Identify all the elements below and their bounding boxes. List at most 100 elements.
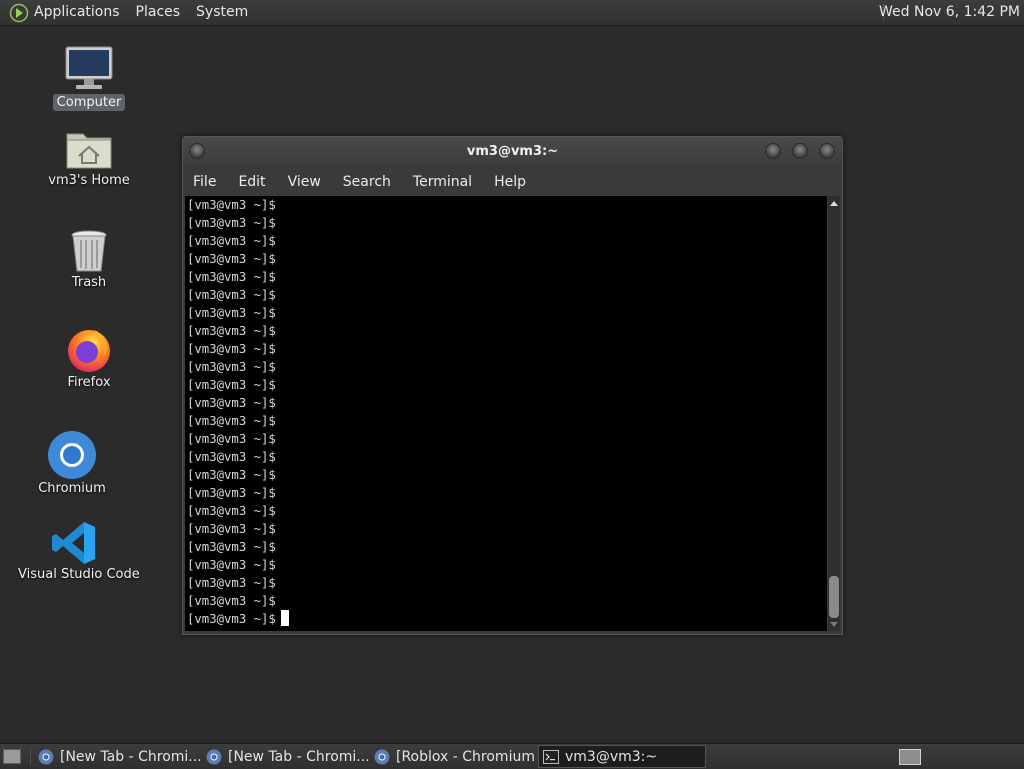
scroll-up-arrow-icon[interactable]: [830, 201, 838, 206]
workspace-switcher[interactable]: [899, 749, 921, 765]
taskbar-item-label: [New Tab - Chromi...: [60, 748, 200, 765]
desktop-icon-vscode[interactable]: Visual Studio Code: [14, 520, 140, 583]
prompt-text: [vm3@vm3 ~]$: [187, 522, 276, 536]
prompt-text: [vm3@vm3 ~]$: [187, 414, 276, 428]
menu-view[interactable]: View: [277, 174, 332, 190]
taskbar-item-label: vm3@vm3:~: [565, 748, 658, 765]
prompt-text: [vm3@vm3 ~]$: [187, 378, 276, 392]
clock[interactable]: Wed Nov 6, 1:42 PM: [879, 0, 1020, 25]
home-folder-icon: [66, 133, 112, 169]
minimize-button[interactable]: [765, 143, 781, 159]
computer-icon: [65, 46, 113, 89]
prompt-text: [vm3@vm3 ~]$: [187, 252, 276, 266]
terminal-prompt-line: [vm3@vm3 ~]$: [185, 520, 827, 538]
terminal-prompt-line: [vm3@vm3 ~]$: [185, 484, 827, 502]
terminal-prompt-line: [vm3@vm3 ~]$: [185, 448, 827, 466]
top-panel: Applications Places System Wed Nov 6, 1:…: [0, 0, 1024, 26]
terminal-prompt-line: [vm3@vm3 ~]$: [185, 376, 827, 394]
firefox-icon: [68, 330, 110, 372]
scroll-down-arrow-icon[interactable]: [830, 622, 838, 627]
terminal-prompt-line: [vm3@vm3 ~]$: [185, 322, 827, 340]
menu-file[interactable]: File: [183, 174, 227, 190]
bottom-panel: [New Tab - Chromi... [New Tab - Chromi..…: [0, 743, 1024, 769]
menu-places[interactable]: Places: [128, 0, 189, 25]
menu-terminal[interactable]: Terminal: [402, 174, 483, 190]
terminal-prompt-line: [vm3@vm3 ~]$: [185, 196, 827, 214]
terminal-prompt-line: [vm3@vm3 ~]$: [185, 412, 827, 430]
terminal-icon: [543, 749, 559, 764]
desktop-icon-home[interactable]: vm3's Home: [40, 128, 138, 189]
prompt-text: [vm3@vm3 ~]$: [187, 198, 276, 212]
prompt-text: [vm3@vm3 ~]$: [187, 306, 276, 320]
terminal-prompt-line: [vm3@vm3 ~]$: [185, 214, 827, 232]
desktop-label: Computer: [52, 94, 126, 111]
terminal-prompt-line: [vm3@vm3 ~]$: [185, 610, 827, 628]
terminal-prompt-line: [vm3@vm3 ~]$: [185, 538, 827, 556]
terminal-cursor: [280, 610, 289, 626]
terminal-prompt-line: [vm3@vm3 ~]$: [185, 394, 827, 412]
terminal-prompt-line: [vm3@vm3 ~]$: [185, 556, 827, 574]
terminal-prompt-line: [vm3@vm3 ~]$: [185, 268, 827, 286]
terminal-prompt-line: [vm3@vm3 ~]$: [185, 466, 827, 484]
prompt-text: [vm3@vm3 ~]$: [187, 612, 276, 626]
taskbar-item-new-tab-2[interactable]: [New Tab - Chromi...: [202, 745, 368, 768]
terminal-output[interactable]: [vm3@vm3 ~]$ [vm3@vm3 ~]$ [vm3@vm3 ~]$ [vm3…: [185, 196, 827, 631]
mate-logo-icon[interactable]: [9, 3, 29, 23]
terminal-window[interactable]: vm3@vm3:~ File Edit View Search Terminal…: [182, 136, 843, 635]
taskbar-item-terminal[interactable]: vm3@vm3:~: [538, 745, 706, 768]
menu-help[interactable]: Help: [483, 174, 537, 190]
prompt-text: [vm3@vm3 ~]$: [187, 270, 276, 284]
desktop-icon-chromium[interactable]: Chromium: [33, 430, 111, 497]
prompt-text: [vm3@vm3 ~]$: [187, 432, 276, 446]
desktop-icon-firefox[interactable]: Firefox: [50, 326, 128, 391]
menu-search[interactable]: Search: [332, 174, 402, 190]
prompt-text: [vm3@vm3 ~]$: [187, 342, 276, 356]
maximize-button[interactable]: [792, 143, 808, 159]
prompt-text: [vm3@vm3 ~]$: [187, 504, 276, 518]
terminal-menubar: File Edit View Search Terminal Help: [183, 170, 842, 194]
window-title: vm3@vm3:~: [466, 144, 559, 159]
menu-system[interactable]: System: [188, 0, 256, 25]
desktop-label: Visual Studio Code: [18, 567, 140, 582]
terminal-prompt-line: [vm3@vm3 ~]$: [185, 502, 827, 520]
terminal-prompt-line: [vm3@vm3 ~]$: [185, 340, 827, 358]
prompt-text: [vm3@vm3 ~]$: [187, 594, 276, 608]
prompt-text: [vm3@vm3 ~]$: [187, 468, 276, 482]
prompt-text: [vm3@vm3 ~]$: [187, 396, 276, 410]
taskbar-item-new-tab-1[interactable]: [New Tab - Chromi...: [34, 745, 200, 768]
terminal-prompt-line: [vm3@vm3 ~]$: [185, 358, 827, 376]
taskbar-item-roblox[interactable]: [Roblox - Chromium]: [370, 745, 536, 768]
terminal-prompt-line: [vm3@vm3 ~]$: [185, 430, 827, 448]
chromium-icon: [206, 749, 222, 764]
show-desktop-icon[interactable]: [3, 749, 21, 764]
desktop-icon-trash[interactable]: Trash: [50, 228, 128, 291]
close-button[interactable]: [819, 143, 835, 159]
terminal-prompt-line: [vm3@vm3 ~]$: [185, 286, 827, 304]
trash-icon: [71, 230, 107, 272]
desktop-label: Trash: [71, 275, 107, 290]
desktop-label: Chromium: [38, 481, 106, 496]
window-titlebar[interactable]: vm3@vm3:~: [183, 137, 842, 167]
menu-edit[interactable]: Edit: [227, 174, 276, 190]
prompt-text: [vm3@vm3 ~]$: [187, 324, 276, 338]
prompt-text: [vm3@vm3 ~]$: [187, 216, 276, 230]
terminal-prompt-line: [vm3@vm3 ~]$: [185, 232, 827, 250]
desktop-label: vm3's Home: [48, 173, 130, 188]
menu-applications[interactable]: Applications: [34, 0, 128, 25]
prompt-text: [vm3@vm3 ~]$: [187, 234, 276, 248]
prompt-text: [vm3@vm3 ~]$: [187, 576, 276, 590]
terminal-prompt-line: [vm3@vm3 ~]$: [185, 250, 827, 268]
terminal-prompt-line: [vm3@vm3 ~]$: [185, 574, 827, 592]
vscode-icon: [52, 522, 95, 564]
terminal-prompt-line: [vm3@vm3 ~]$: [185, 304, 827, 322]
prompt-text: [vm3@vm3 ~]$: [187, 450, 276, 464]
scrollbar-thumb[interactable]: [829, 576, 839, 618]
prompt-text: [vm3@vm3 ~]$: [187, 486, 276, 500]
terminal-prompt-line: [vm3@vm3 ~]$: [185, 592, 827, 610]
prompt-text: [vm3@vm3 ~]$: [187, 558, 276, 572]
terminal-scrollbar[interactable]: [828, 196, 840, 631]
taskbar-item-label: [New Tab - Chromi...: [228, 748, 368, 765]
desktop-label: Firefox: [67, 375, 111, 390]
desktop-icon-computer[interactable]: Computer: [50, 44, 128, 111]
chromium-icon: [374, 749, 390, 764]
